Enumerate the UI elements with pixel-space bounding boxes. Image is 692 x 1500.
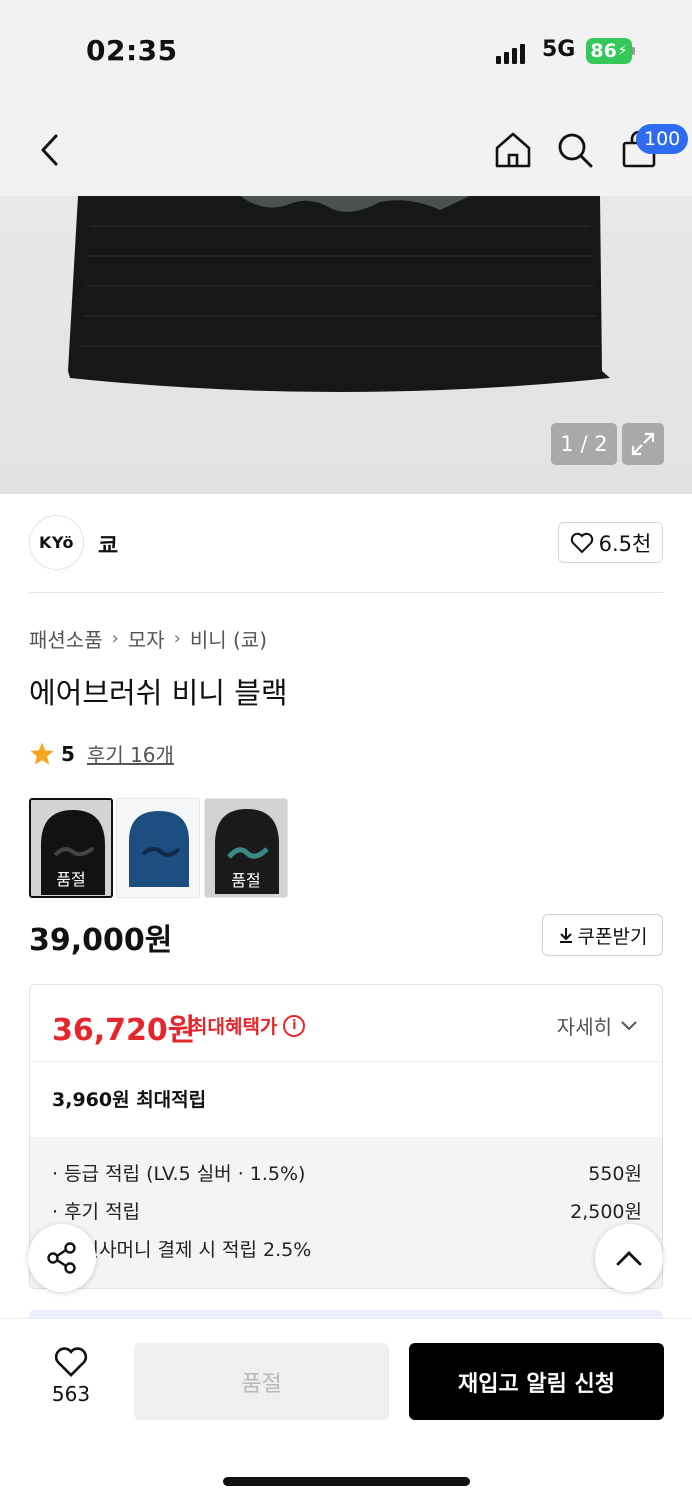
home-indicator [223, 1477, 470, 1486]
coupon-download-button[interactable]: 쿠폰받기 [542, 914, 663, 956]
brand-like-button[interactable]: 6.5천 [558, 522, 663, 563]
chevron-right-icon: › [173, 628, 181, 649]
brand-name[interactable]: 쿄 [98, 528, 118, 560]
expand-button[interactable] [622, 423, 664, 465]
divider [29, 592, 663, 593]
color-swatch-blue[interactable] [116, 798, 200, 898]
share-button[interactable] [28, 1224, 96, 1292]
point-row: · 후기 적립 2,500원 [52, 1197, 642, 1224]
signal-icon [496, 44, 525, 64]
star-icon [30, 742, 54, 765]
soldout-tag: 품절 [56, 870, 86, 889]
max-benefit-text: 최대혜택가 [190, 1016, 278, 1038]
product-title: 에어브러쉬 비니 블랙 [29, 676, 288, 710]
max-point: 3,960원 최대적립 [52, 1089, 207, 1111]
network-label: 5G [542, 37, 576, 62]
color-swatch-green[interactable]: 품절 [204, 798, 288, 898]
download-icon [559, 928, 572, 943]
point-row-label: · 후기 적립 [52, 1201, 141, 1223]
brand-like-count: 6.5천 [598, 531, 652, 556]
breadcrumb-item[interactable]: 모자 [128, 624, 165, 653]
point-row-value: 550원 [588, 1163, 642, 1185]
battery-cap [632, 47, 635, 55]
coupon-label: 쿠폰받기 [577, 925, 648, 948]
max-benefit-price: 36,720원 [52, 1013, 196, 1048]
info-icon[interactable]: i [283, 1014, 306, 1037]
point-row-value: 2,500원 [570, 1201, 642, 1223]
battery-level: 86 [590, 40, 617, 62]
heart-outline-icon [570, 532, 593, 553]
home-icon [495, 132, 531, 168]
point-row: · 무신사머니 결제 시 적립 2.5% 9 [52, 1235, 642, 1262]
heart-outline-icon [54, 1347, 88, 1377]
cart-count-badge: 100 [636, 124, 689, 154]
chevron-left-icon [41, 134, 58, 166]
divider [30, 1061, 662, 1062]
top-bar: 02:35 5G 86 ⚡ 100 [0, 0, 692, 196]
bottom-action-bar: 563 품절 재입고 알림 신청 [0, 1318, 692, 1500]
chevron-right-icon: › [111, 628, 119, 649]
share-icon [47, 1242, 76, 1274]
point-row: · 등급 적립 (LV.5 실버 · 1.5%) 550원 [52, 1159, 642, 1186]
brand-logo[interactable]: KYö [29, 515, 84, 570]
detail-label: 자세히 [556, 1015, 612, 1039]
product-price: 39,000원 [29, 923, 173, 958]
search-button[interactable] [552, 126, 598, 174]
search-icon [558, 133, 593, 168]
battery-icon: 86 ⚡ [586, 38, 632, 64]
point-row-label: · 등급 적립 (LV.5 실버 · 1.5%) [52, 1163, 306, 1185]
chevron-up-icon [616, 1251, 642, 1266]
expand-icon [631, 432, 655, 456]
breadcrumb: 패션소품 › 모자 › 비니 (쿄) [29, 624, 267, 653]
soldout-button[interactable]: 품절 [134, 1343, 389, 1420]
status-time: 02:35 [86, 34, 178, 67]
wishlist-button[interactable]: 563 [38, 1346, 104, 1406]
home-button[interactable] [490, 126, 536, 174]
detail-toggle[interactable]: 자세히 [557, 1011, 638, 1040]
max-benefit-label: 최대혜택가 i [190, 1012, 306, 1039]
chevron-down-icon [621, 1020, 637, 1030]
rating-score: 5 [61, 741, 75, 766]
breadcrumb-item[interactable]: 비니 (쿄) [190, 624, 267, 653]
point-breakdown: · 등급 적립 (LV.5 실버 · 1.5%) 550원 · 후기 적립 2,… [30, 1137, 662, 1288]
restock-alert-button[interactable]: 재입고 알림 신청 [409, 1343, 664, 1420]
rating-row: 5 후기 16개 [29, 739, 174, 768]
soldout-tag: 품절 [231, 871, 261, 890]
scroll-top-button[interactable] [595, 1224, 663, 1292]
benefit-box: 36,720원 최대혜택가 i 자세히 3,960원 최대적립 · 등급 적립 … [29, 984, 663, 1289]
review-link[interactable]: 후기 16개 [87, 739, 174, 768]
breadcrumb-item[interactable]: 패션소품 [29, 624, 103, 653]
color-swatch-black[interactable]: 품절 [29, 798, 113, 898]
back-button[interactable] [28, 126, 72, 174]
wishlist-count: 563 [51, 1382, 91, 1406]
image-counter: 1 / 2 [551, 423, 617, 465]
beanie-thumbnail [129, 811, 189, 887]
